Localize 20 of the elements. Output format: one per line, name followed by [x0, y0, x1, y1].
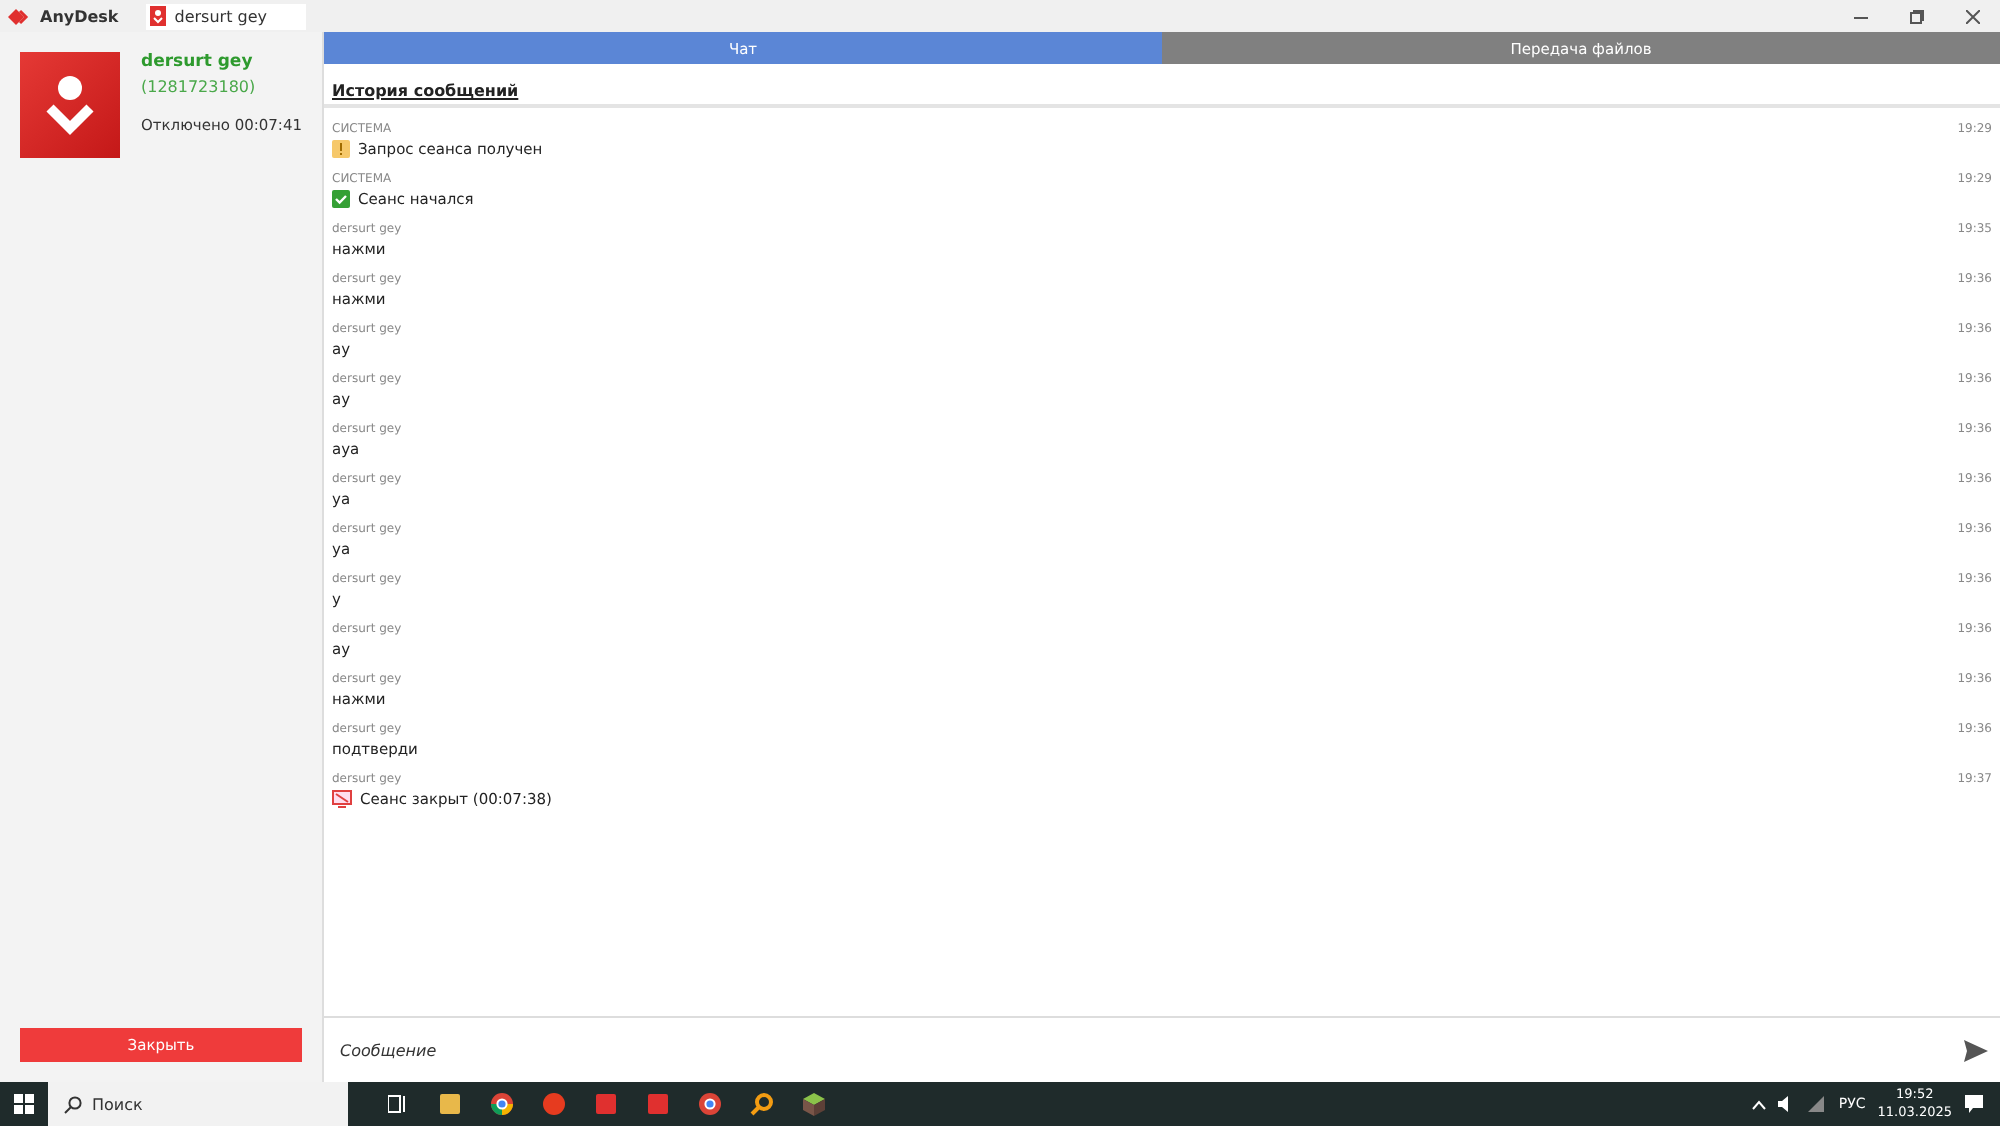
- network-icon[interactable]: [1808, 1096, 1827, 1112]
- monitor-icon: [332, 790, 352, 808]
- contact-name: dersurt gey: [140, 52, 255, 72]
- search-field[interactable]: Поиск: [48, 1082, 348, 1126]
- anydesk-icon: [150, 6, 167, 26]
- history-title: История сообщений: [332, 82, 519, 100]
- app-title: AnyDesk: [40, 7, 119, 25]
- anydesk-avatar-icon: [20, 52, 121, 158]
- send-button[interactable]: [1964, 1039, 1988, 1061]
- contact-id: (1281723180): [140, 78, 258, 96]
- anydesk-logo-icon: [8, 7, 32, 25]
- windows-logo-icon: [14, 1094, 34, 1114]
- restore-icon: [1909, 9, 1923, 23]
- check-icon: [332, 190, 350, 208]
- info-icon: [332, 140, 350, 158]
- search-icon: [64, 1095, 82, 1113]
- chevron-up-icon[interactable]: [1752, 1099, 1767, 1109]
- notification-icon[interactable]: [1964, 1094, 1984, 1114]
- close-icon: [1965, 9, 1979, 23]
- session-tab[interactable]: dersurt gey: [146, 3, 307, 29]
